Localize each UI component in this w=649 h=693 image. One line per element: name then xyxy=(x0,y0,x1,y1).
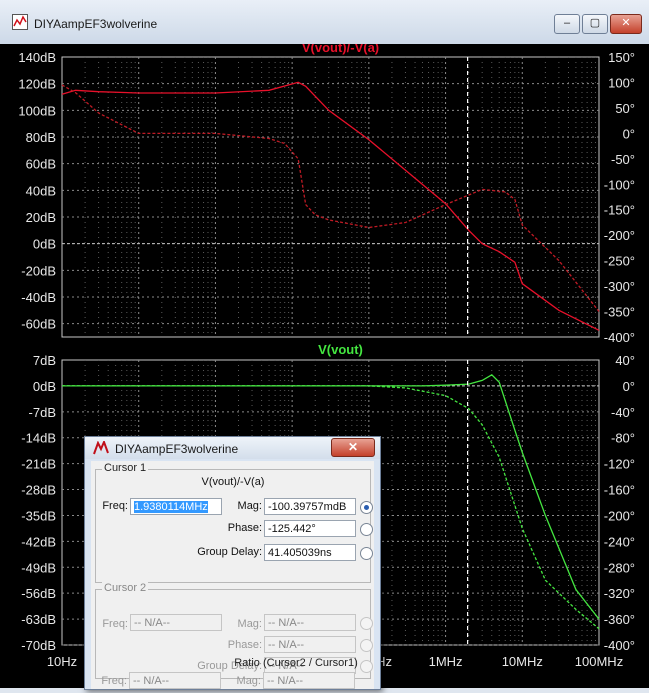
y2-tick-label: -400° xyxy=(604,638,635,653)
y-tick-label: 40dB xyxy=(26,183,56,198)
cursor-dialog[interactable]: DIYAampEF3wolverine ✕ Cursor 1 V(vout)/-… xyxy=(84,436,381,690)
y2-tick-label: -250° xyxy=(604,254,635,269)
y2-tick-label: -240° xyxy=(604,534,635,549)
y2-tick-label: -400° xyxy=(604,330,635,345)
y-tick-label: 20dB xyxy=(26,210,56,225)
y2-tick-label: 100° xyxy=(608,75,635,90)
y-tick-label: -7dB xyxy=(29,405,56,420)
y2-tick-label: -200° xyxy=(604,228,635,243)
x-tick-label: 10Hz xyxy=(47,654,77,669)
cursor1-mag-input[interactable]: -100.39757mdB xyxy=(264,498,356,515)
y2-tick-label: 40° xyxy=(615,353,635,368)
y2-tick-label: -320° xyxy=(604,586,635,601)
cursor1-freq-input[interactable]: 1.9380114MHz xyxy=(130,498,222,515)
cursor2-freq-label: Freq: xyxy=(102,618,128,630)
y-tick-label: -28dB xyxy=(21,483,56,498)
chart-title: V(vout) xyxy=(318,342,363,357)
dialog-title: DIYAampEF3wolverine xyxy=(115,442,239,456)
cursor2-phase-input[interactable]: -- N/A-- xyxy=(264,636,356,653)
magnitude-trace xyxy=(61,81,600,331)
cursor1-label: Cursor 1 xyxy=(102,462,149,474)
y-tick-label: -49dB xyxy=(21,560,56,575)
close-button[interactable]: ✕ xyxy=(610,14,642,34)
x-tick-label: 1MHz xyxy=(429,654,463,669)
cursor2-phase-label: Phase: xyxy=(227,639,262,651)
y2-tick-label: 0° xyxy=(623,126,635,141)
cursor2-mag-radio[interactable] xyxy=(360,617,373,630)
cursor1-phase-label: Phase: xyxy=(227,522,262,534)
y2-tick-label: -300° xyxy=(604,279,635,294)
cursor2-mag-input[interactable]: -- N/A-- xyxy=(264,614,356,631)
title-bar[interactable]: DIYAampEF3wolverine – ▢ ✕ xyxy=(0,0,649,44)
y2-tick-label: -100° xyxy=(604,177,635,192)
dialog-body: Cursor 1 V(vout)/-V(a) Freq: 1.9380114MH… xyxy=(91,461,374,689)
x-tick-label: 100MHz xyxy=(575,654,623,669)
cursor1-group-delay-radio[interactable] xyxy=(360,547,373,560)
y-tick-label: 120dB xyxy=(18,77,56,92)
maximize-button[interactable]: ▢ xyxy=(582,14,608,34)
y2-tick-label: -150° xyxy=(604,203,635,218)
y2-tick-label: 150° xyxy=(608,50,635,65)
y2-tick-label: -200° xyxy=(604,508,635,523)
y2-tick-label: -160° xyxy=(604,483,635,498)
y2-tick-label: -120° xyxy=(604,457,635,472)
y-tick-label: -40dB xyxy=(21,290,56,305)
x-tick-label: 10MHz xyxy=(502,654,543,669)
cursor1-mag-label: Mag: xyxy=(237,500,262,512)
ratio-freq-label: Freq: xyxy=(101,675,127,687)
cursor1-mag-radio[interactable] xyxy=(360,501,373,514)
ratio-mag-input[interactable]: -- N/A-- xyxy=(263,672,355,689)
ratio-label: Ratio (Cursor2 / Cursor1) xyxy=(234,657,358,669)
cursor1-freq-value: 1.9380114MHz xyxy=(134,501,208,513)
cursor2-label: Cursor 2 xyxy=(102,582,149,594)
dialog-title-bar[interactable]: DIYAampEF3wolverine ✕ xyxy=(85,437,380,459)
cursor2-phase-radio[interactable] xyxy=(360,639,373,652)
y-tick-label: 7dB xyxy=(33,353,56,368)
cursor1-expression: V(vout)/-V(a) xyxy=(201,476,265,488)
cursor-app-icon xyxy=(93,441,109,455)
y-tick-label: -20dB xyxy=(21,263,56,278)
cursor1-group-delay-input[interactable]: 41.405039ns xyxy=(264,544,356,561)
y-tick-label: 0dB xyxy=(33,379,56,394)
cursor1-phase-input[interactable]: -125.442° xyxy=(264,520,356,537)
y2-tick-label: 0° xyxy=(623,379,635,394)
y-tick-label: -42dB xyxy=(21,534,56,549)
cursor2-mag-label: Mag: xyxy=(237,618,262,630)
y-tick-label: 0dB xyxy=(33,237,56,252)
y-tick-label: 80dB xyxy=(26,130,56,145)
cursor2-freq-input[interactable]: -- N/A-- xyxy=(130,614,222,631)
y2-tick-label: -350° xyxy=(604,305,635,320)
chart-title: V(vout)/-V(a) xyxy=(302,44,379,55)
y-tick-label: -70dB xyxy=(21,638,56,653)
cursor1-group-delay-label: Group Delay: xyxy=(197,546,262,558)
y-tick-label: -14dB xyxy=(21,431,56,446)
app-window: DIYAampEF3wolverine – ▢ ✕ 140dB 120dB 100d… xyxy=(0,0,649,690)
window-title: DIYAampEF3wolverine xyxy=(34,17,158,31)
y2-tick-label: 50° xyxy=(615,101,635,116)
cursor1-freq-label: Freq: xyxy=(102,500,128,512)
minimize-button[interactable]: – xyxy=(554,14,580,34)
y-tick-label: -60dB xyxy=(21,317,56,332)
y-tick-label: -56dB xyxy=(21,586,56,601)
dialog-close-button[interactable]: ✕ xyxy=(331,438,375,457)
y-tick-label: -63dB xyxy=(21,612,56,627)
y2-tick-label: -360° xyxy=(604,612,635,627)
y2-tick-label: -50° xyxy=(611,152,635,167)
cursor1-group: Cursor 1 V(vout)/-V(a) Freq: 1.9380114MH… xyxy=(95,462,373,583)
y-tick-label: 60dB xyxy=(26,157,56,172)
y-tick-label: 140dB xyxy=(18,50,56,65)
ratio-freq-input[interactable]: -- N/A-- xyxy=(129,672,221,689)
y2-tick-label: -80° xyxy=(611,431,635,446)
y2-tick-label: -280° xyxy=(604,560,635,575)
y-tick-label: -35dB xyxy=(21,508,56,523)
ratio-mag-label: Mag: xyxy=(236,675,261,687)
y2-tick-label: -40° xyxy=(611,405,635,420)
y-tick-label: -21dB xyxy=(21,457,56,472)
y-tick-label: 100dB xyxy=(18,103,56,118)
waveform-app-icon xyxy=(12,14,28,30)
cursor1-phase-radio[interactable] xyxy=(360,523,373,536)
